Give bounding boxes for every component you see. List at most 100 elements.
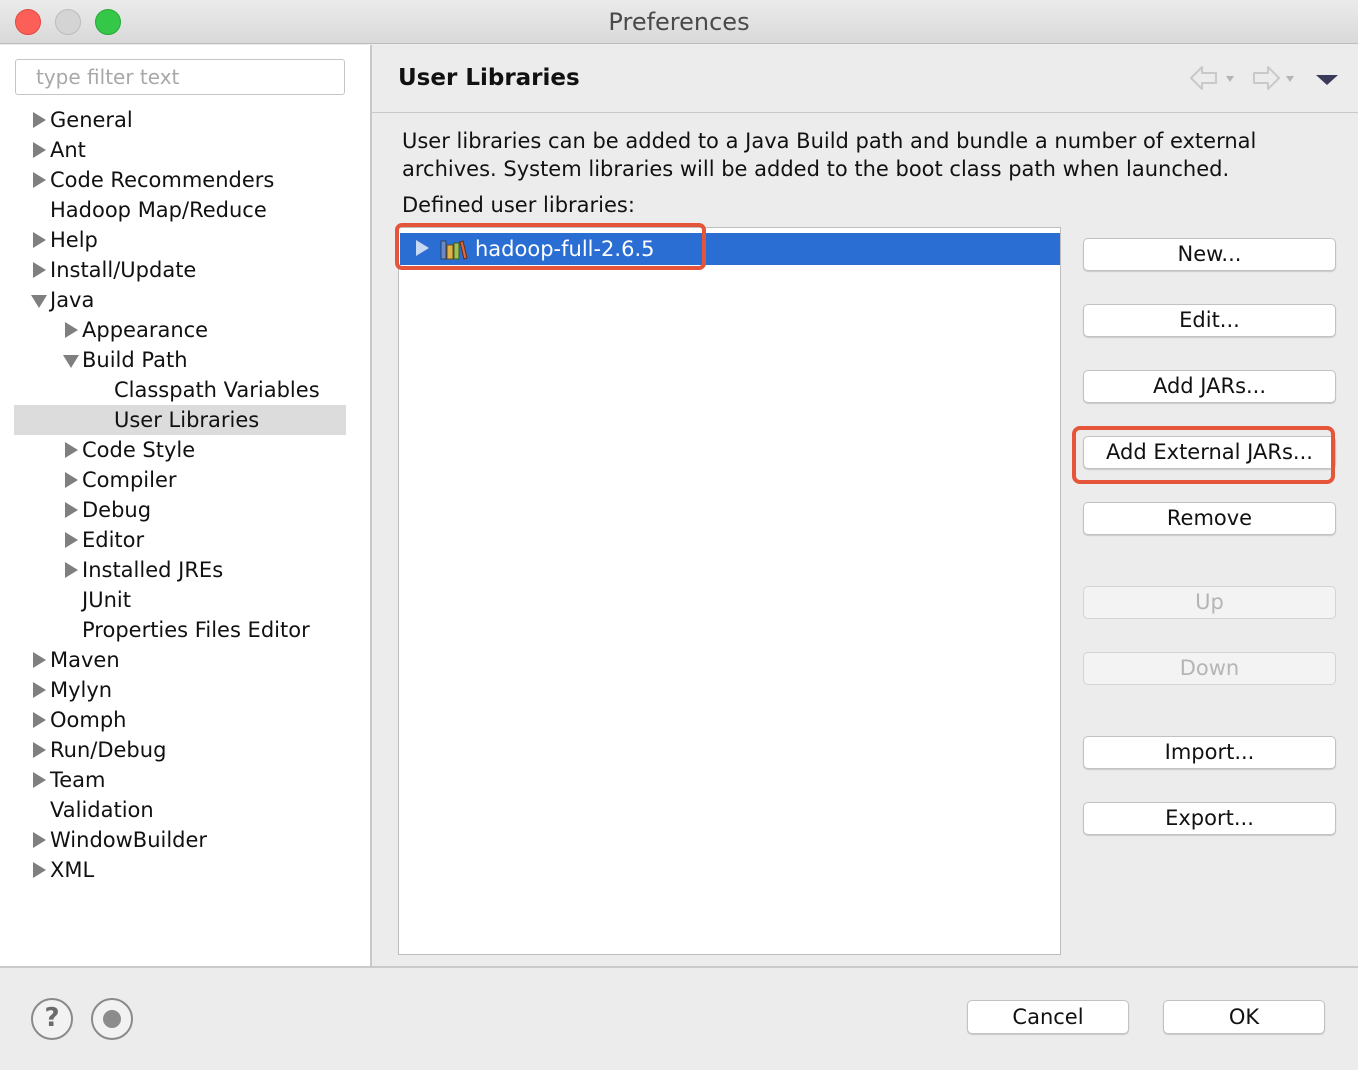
status-button[interactable] [91, 998, 133, 1040]
tree-item[interactable]: Code Style [14, 435, 346, 465]
collapsed-arrow-icon[interactable] [30, 165, 46, 195]
tree-item-label: Classpath Variables [114, 378, 320, 402]
tree-item-label: Code Style [82, 438, 196, 462]
collapsed-arrow-icon[interactable] [30, 705, 46, 735]
tree-item[interactable]: Ant [14, 135, 346, 165]
tree-item[interactable]: Installed JREs [14, 555, 346, 585]
collapsed-arrow-icon[interactable] [30, 675, 46, 705]
library-name: hadoop-full-2.6.5 [475, 237, 655, 261]
preferences-sidebar: General Ant Code Recommenders Hadoop Map/Re… [0, 45, 370, 966]
add-jars-button[interactable]: Add JARs... [1083, 370, 1336, 403]
tree-item[interactable]: Classpath Variables [14, 375, 346, 405]
tree-item-label: Editor [82, 528, 145, 552]
collapsed-arrow-icon[interactable] [30, 735, 46, 765]
expand-arrow-icon[interactable] [414, 240, 429, 258]
tree-item[interactable]: Install/Update [14, 255, 346, 285]
preference-page: User Libraries User libraries can be add… [372, 45, 1358, 966]
tree-item[interactable]: Maven [14, 645, 346, 675]
export-button[interactable]: Export... [1083, 802, 1336, 835]
tree-item[interactable]: Debug [14, 495, 346, 525]
tree-item[interactable]: WindowBuilder [14, 825, 346, 855]
collapsed-arrow-icon[interactable] [62, 495, 78, 525]
collapsed-arrow-icon[interactable] [30, 255, 46, 285]
up-button[interactable]: Up [1083, 586, 1336, 619]
chevron-down-icon [1316, 75, 1338, 85]
tree-item[interactable]: Hadoop Map/Reduce [14, 195, 346, 225]
description-line: archives. System libraries will be added… [402, 157, 1230, 181]
expanded-arrow-icon[interactable] [30, 285, 47, 315]
collapsed-arrow-icon[interactable] [62, 435, 78, 465]
preferences-tree: General Ant Code Recommenders Hadoop Map/Re… [14, 105, 346, 885]
collapsed-arrow-icon[interactable] [30, 135, 46, 165]
new-button[interactable]: New... [1083, 238, 1336, 271]
tree-item[interactable]: Editor [14, 525, 346, 555]
collapsed-arrow-icon[interactable] [30, 765, 46, 795]
tree-item[interactable]: General [14, 105, 346, 135]
filter-input[interactable] [15, 59, 345, 95]
tree-item[interactable]: Appearance [14, 315, 346, 345]
tree-item[interactable]: Build Path [14, 345, 346, 375]
tree-item[interactable]: Mylyn [14, 675, 346, 705]
page-header: User Libraries [372, 45, 1358, 113]
remove-button[interactable]: Remove [1083, 502, 1336, 535]
collapsed-arrow-icon[interactable] [62, 465, 78, 495]
tree-item-label: Run/Debug [50, 738, 167, 762]
description-line: User libraries can be added to a Java Bu… [402, 129, 1257, 153]
tree-item-label: Properties Files Editor [82, 618, 310, 642]
tree-item[interactable]: Properties Files Editor [14, 615, 346, 645]
import-button[interactable]: Import... [1083, 736, 1336, 769]
collapsed-arrow-icon[interactable] [30, 855, 46, 885]
collapsed-arrow-icon[interactable] [30, 645, 46, 675]
tree-item[interactable]: JUnit [14, 585, 346, 615]
back-button[interactable] [1188, 63, 1238, 95]
tree-item[interactable]: Oomph [14, 705, 346, 735]
ok-button[interactable]: OK [1163, 1000, 1325, 1034]
tree-item-label: Maven [50, 648, 120, 672]
collapsed-arrow-icon[interactable] [62, 525, 78, 555]
tree-item-label: Compiler [82, 468, 177, 492]
tree-item[interactable]: Team [14, 765, 346, 795]
page-title: User Libraries [398, 65, 580, 91]
tree-item-label: Installed JREs [82, 558, 224, 582]
tree-item[interactable]: Run/Debug [14, 735, 346, 765]
library-row[interactable]: hadoop-full-2.6.5 [400, 233, 1060, 265]
tree-item-label: Oomph [50, 708, 127, 732]
cancel-button[interactable]: Cancel [967, 1000, 1129, 1034]
title-bar: Preferences [0, 0, 1358, 44]
collapsed-arrow-icon[interactable] [30, 225, 46, 255]
tree-item[interactable]: Validation [14, 795, 346, 825]
user-libraries-list[interactable]: hadoop-full-2.6.5 [398, 227, 1061, 955]
tree-item[interactable]: Java [14, 285, 346, 315]
tree-item[interactable]: Compiler [14, 465, 346, 495]
tree-item-label: General [50, 108, 133, 132]
tree-item-label: JUnit [82, 588, 131, 612]
tree-item-label: XML [50, 858, 95, 882]
collapsed-arrow-icon[interactable] [30, 105, 46, 135]
dialog-footer: ? Cancel OK [0, 968, 1358, 1070]
tree-item[interactable]: XML [14, 855, 346, 885]
tree-item[interactable]: Code Recommenders [14, 165, 346, 195]
tree-item-label: Code Recommenders [50, 168, 275, 192]
help-button[interactable]: ? [31, 998, 73, 1040]
tree-item[interactable]: Help [14, 225, 346, 255]
expanded-arrow-icon[interactable] [62, 345, 79, 375]
edit-button[interactable]: Edit... [1083, 304, 1336, 337]
add-external-jars-button[interactable]: Add External JARs... [1083, 436, 1336, 469]
tree-item-label: Validation [50, 798, 154, 822]
collapsed-arrow-icon[interactable] [62, 315, 78, 345]
tree-item-label: Hadoop Map/Reduce [50, 198, 267, 222]
window-title: Preferences [608, 8, 750, 36]
down-button[interactable]: Down [1083, 652, 1336, 685]
page-description: User libraries can be added to a Java Bu… [402, 127, 1302, 183]
tree-item-label: Install/Update [50, 258, 197, 282]
tree-item-label: Appearance [82, 318, 209, 342]
view-menu-button[interactable] [1314, 63, 1340, 95]
tree-item[interactable]: User Libraries [14, 405, 346, 435]
library-icon [440, 238, 468, 260]
tree-item-label: Help [50, 228, 98, 252]
collapsed-arrow-icon[interactable] [30, 825, 46, 855]
collapsed-arrow-icon[interactable] [62, 555, 78, 585]
tree-item-label: Team [50, 768, 106, 792]
forward-button[interactable] [1248, 63, 1298, 95]
tree-item-label: Ant [50, 138, 86, 162]
